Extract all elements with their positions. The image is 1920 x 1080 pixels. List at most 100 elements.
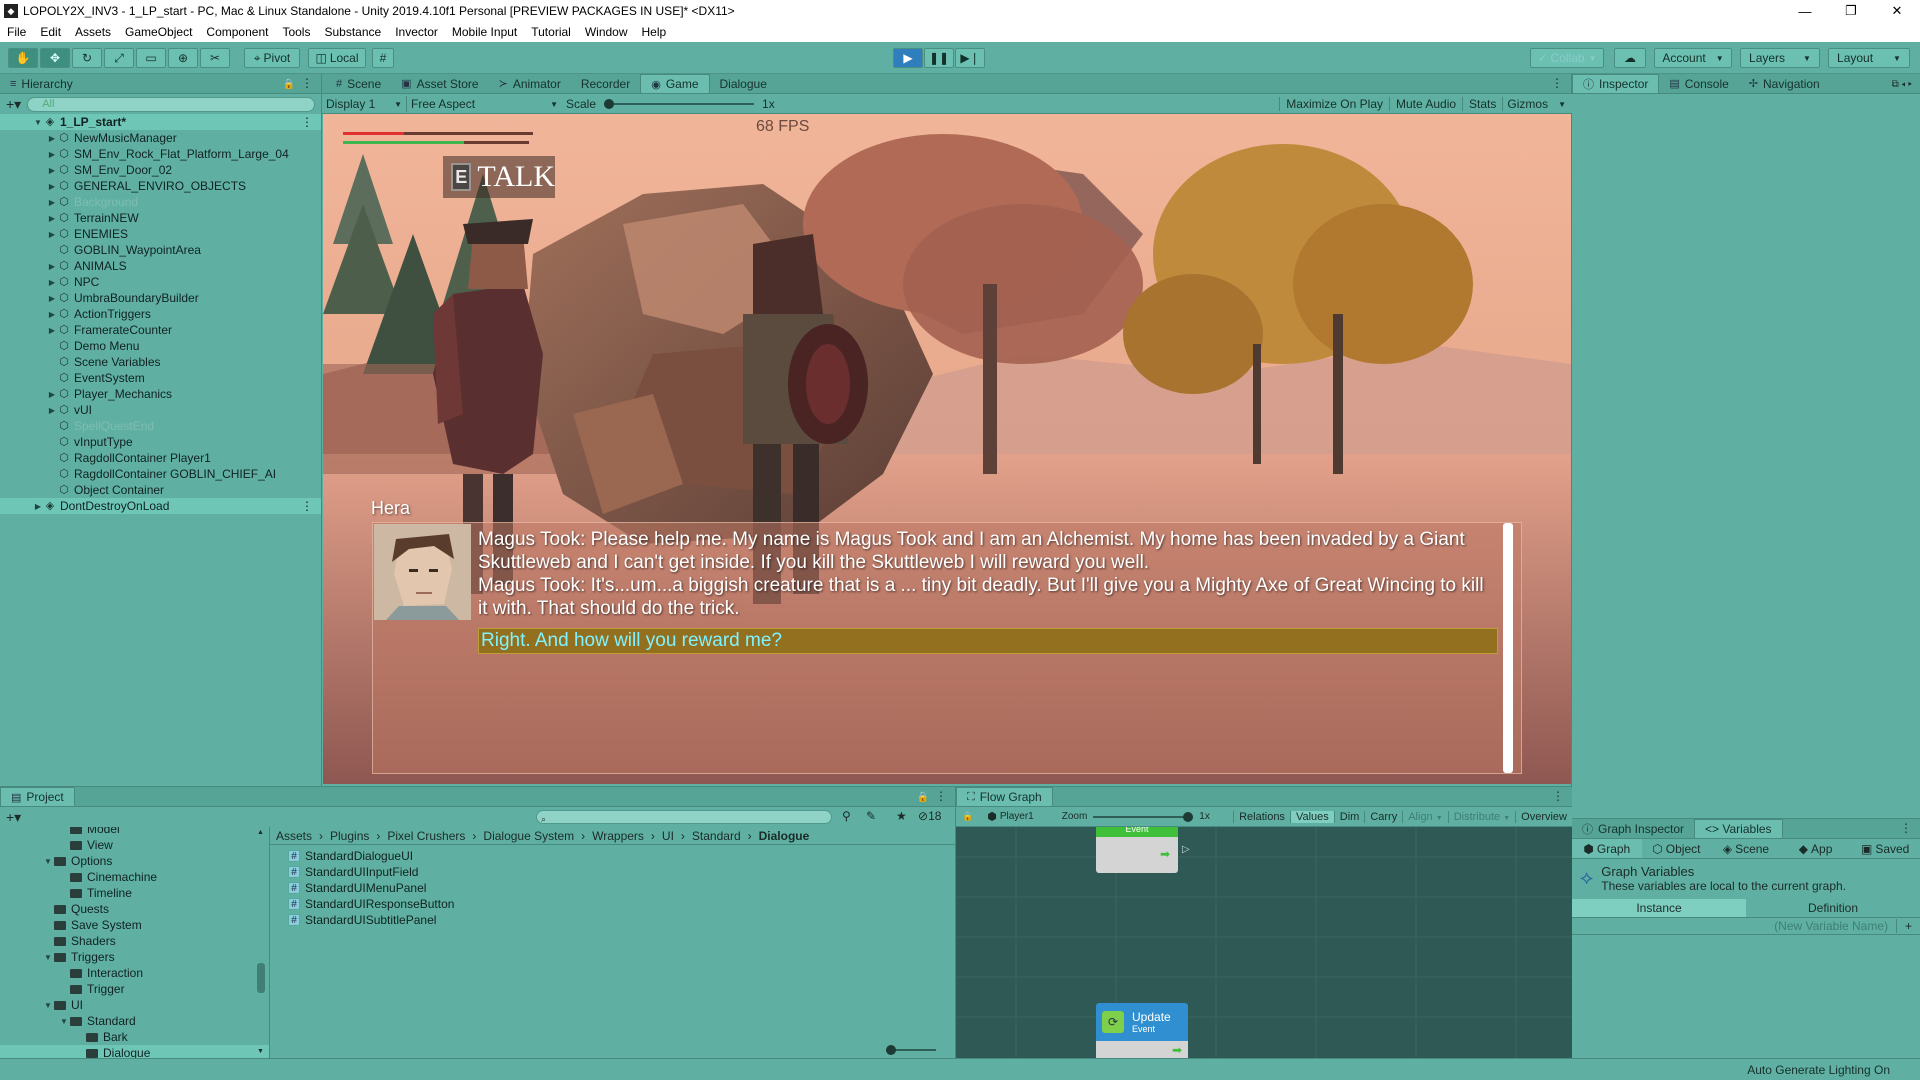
hierarchy-item[interactable]: ▶ ⬡ ActionTriggers	[0, 306, 321, 322]
expand-arrow-icon[interactable]: ▶	[46, 310, 58, 319]
flow-output-icon[interactable]: ➡	[1160, 847, 1170, 861]
relations-toggle[interactable]: Relations	[1233, 810, 1290, 823]
breadcrumb-item[interactable]: Dialogue	[759, 829, 810, 843]
hierarchy-item[interactable]: ▶ ⬡ Player_Mechanics	[0, 386, 321, 402]
folder-tree-item[interactable]: Timeline	[0, 885, 269, 901]
hierarchy-item[interactable]: ▶ ⬡ SM_Env_Rock_Flat_Platform_Large_04	[0, 146, 321, 162]
project-search-input[interactable]: ⌕	[536, 810, 832, 824]
menu-file[interactable]: File	[0, 25, 33, 39]
filter-type-icon[interactable]: ⚲	[842, 809, 851, 823]
hierarchy-item[interactable]: ▶ ⬡ NPC	[0, 274, 321, 290]
expand-arrow-icon[interactable]: ▼	[42, 1001, 54, 1010]
tree-scrollbar[interactable]: ▲ ▼	[257, 829, 265, 1055]
scope-object[interactable]: ⬡ Object	[1642, 839, 1712, 858]
carry-toggle[interactable]: Carry	[1364, 810, 1402, 823]
dont-destroy-row[interactable]: ▶ ◈ DontDestroyOnLoad ⋮	[0, 498, 321, 514]
tab-recorder[interactable]: Recorder	[571, 74, 640, 93]
asset-file-item[interactable]: # StandardUIResponseButton	[288, 896, 956, 912]
scale-tool-button[interactable]: ⤢	[104, 48, 134, 68]
menu-tools[interactable]: Tools	[275, 25, 317, 39]
menu-component[interactable]: Component	[199, 25, 275, 39]
kebab-menu-icon[interactable]: ⋮	[301, 115, 313, 129]
slider-thumb[interactable]	[604, 99, 615, 109]
rect-tool-button[interactable]: ▭	[136, 48, 166, 68]
hierarchy-item[interactable]: ▶ ⬡ Background	[0, 194, 321, 210]
dialogue-scrollbar[interactable]	[1503, 523, 1513, 773]
expand-arrow-icon[interactable]: ▶	[46, 182, 58, 191]
menu-help[interactable]: Help	[635, 25, 674, 39]
menu-assets[interactable]: Assets	[68, 25, 118, 39]
slider-thumb[interactable]	[886, 1045, 896, 1055]
breadcrumb-item[interactable]: Pixel Crushers	[387, 829, 465, 843]
cloud-button[interactable]: ☁	[1614, 48, 1646, 68]
scope-app[interactable]: ◆ App	[1781, 839, 1851, 858]
asset-file-item[interactable]: # StandardUISubtitlePanel	[288, 912, 956, 928]
grid-snap-button[interactable]: #	[372, 48, 394, 68]
hierarchy-item[interactable]: ⬡ RagdollContainer GOBLIN_CHIEF_AI	[0, 466, 321, 482]
favorite-icon[interactable]: ★	[896, 809, 907, 823]
lock-icon[interactable]: 🔒	[283, 79, 295, 90]
tab-flow-graph[interactable]: ⛶ Flow Graph	[956, 787, 1053, 806]
flow-output-icon[interactable]: ➡	[1172, 1043, 1182, 1057]
menu-edit[interactable]: Edit	[33, 25, 68, 39]
new-variable-input[interactable]: (New Variable Name)	[1572, 919, 1896, 933]
add-variable-button[interactable]: +	[1896, 919, 1920, 933]
flow-graph-canvas[interactable]: Event ➡ ▷ ⟳ Update Event ➡	[956, 827, 1572, 1059]
expand-arrow-icon[interactable]: ▶	[46, 326, 58, 335]
close-button[interactable]: ✕	[1874, 0, 1920, 22]
pivot-toggle[interactable]: ⌖ Pivot	[244, 48, 300, 68]
menu-window[interactable]: Window	[578, 25, 635, 39]
graph-target-label[interactable]: Player1	[1000, 811, 1034, 822]
layout-dropdown[interactable]: Layout ▼	[1828, 48, 1910, 68]
folder-tree-item[interactable]: Shaders	[0, 933, 269, 949]
expand-arrow-icon[interactable]: ▶	[32, 502, 44, 511]
hierarchy-item[interactable]: ▶ ⬡ ANIMALS	[0, 258, 321, 274]
tab-console[interactable]: ▤ Console	[1659, 74, 1738, 93]
hierarchy-item[interactable]: ⬡ Scene Variables	[0, 354, 321, 370]
menu-tutorial[interactable]: Tutorial	[524, 25, 578, 39]
values-toggle[interactable]: Values	[1289, 810, 1334, 823]
response-button[interactable]: Right. And how will you reward me?	[478, 628, 1498, 654]
folder-tree-item[interactable]: View	[0, 837, 269, 853]
hierarchy-item[interactable]: ▶ ⬡ GENERAL_ENVIRO_OBJECTS	[0, 178, 321, 194]
hierarchy-item[interactable]: ⬡ Object Container	[0, 482, 321, 498]
kebab-menu-icon[interactable]: ⋮	[301, 76, 313, 90]
tab-dialogue[interactable]: Dialogue	[710, 74, 777, 93]
asset-file-item[interactable]: # StandardUIMenuPanel	[288, 880, 956, 896]
kebab-menu-icon[interactable]: ⋮	[935, 789, 947, 803]
hierarchy-item[interactable]: ▶ ⬡ UmbraBoundaryBuilder	[0, 290, 321, 306]
maximize-button[interactable]: ❐	[1828, 0, 1874, 22]
column-instance[interactable]: Instance	[1572, 899, 1746, 917]
mute-audio-toggle[interactable]: Mute Audio	[1389, 97, 1462, 111]
tab-game[interactable]: ◉ Game	[640, 74, 710, 93]
folder-tree-item[interactable]: ▼ UI	[0, 997, 269, 1013]
hierarchy-item[interactable]: ⬡ RagdollContainer Player1	[0, 450, 321, 466]
add-icon[interactable]: +▾	[6, 809, 21, 826]
aspect-dropdown[interactable]: Free Aspect ▼	[406, 96, 558, 112]
tab-scene[interactable]: # Scene	[326, 74, 391, 93]
folder-tree-item[interactable]: Bark	[0, 1029, 269, 1045]
account-dropdown[interactable]: Account ▼	[1654, 48, 1732, 68]
hand-tool-button[interactable]: ✋	[8, 48, 38, 68]
layers-dropdown[interactable]: Layers ▼	[1740, 48, 1820, 68]
expand-arrow-icon[interactable]: ▼	[58, 1017, 70, 1026]
tab-asset-store[interactable]: ▣ Asset Store	[391, 74, 488, 93]
chevron-down-icon[interactable]: ▼	[1558, 100, 1566, 109]
custom-tool-button[interactable]: ✂	[200, 48, 230, 68]
breadcrumb-item[interactable]: Dialogue System	[483, 829, 574, 843]
hierarchy-item[interactable]: ▶ ⬡ TerrainNEW	[0, 210, 321, 226]
scope-saved[interactable]: ▣ Saved	[1850, 839, 1920, 858]
hierarchy-item[interactable]: ▶ ⬡ SM_Env_Door_02	[0, 162, 321, 178]
menu-mobile-input[interactable]: Mobile Input	[445, 25, 524, 39]
folder-tree-item[interactable]: Dialogue	[0, 1045, 269, 1059]
hierarchy-item[interactable]: ▶ ⬡ vUI	[0, 402, 321, 418]
expand-arrow-icon[interactable]: ▶	[46, 150, 58, 159]
kebab-menu-icon[interactable]: ⋮	[301, 499, 313, 513]
stats-toggle[interactable]: Stats	[1462, 97, 1502, 111]
menu-invector[interactable]: Invector	[388, 25, 445, 39]
hierarchy-item[interactable]: ⬡ GOBLIN_WaypointArea	[0, 242, 321, 258]
folder-tree-item[interactable]: Save System	[0, 917, 269, 933]
expand-arrow-icon[interactable]: ▼	[42, 953, 54, 962]
tab-hierarchy[interactable]: ≡ Hierarchy	[0, 74, 83, 93]
tab-variables[interactable]: <> Variables	[1694, 819, 1783, 838]
